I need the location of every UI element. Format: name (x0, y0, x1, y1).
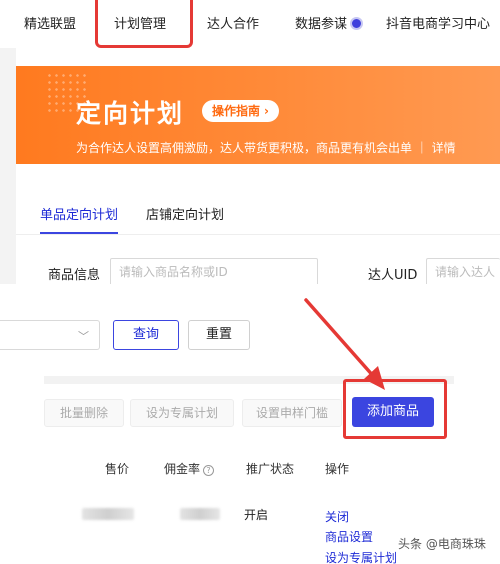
commission-redacted (180, 508, 220, 520)
top-nav: 精选联盟 计划管理 达人合作 数据参谋 抖音电商学习中心 (0, 0, 500, 48)
promotion-status-value: 开启 (244, 508, 269, 522)
new-dot-icon (350, 17, 364, 30)
highlight-box-plan-management (95, 0, 193, 48)
guide-button-label: 操作指南 (212, 104, 261, 118)
plan-card: 单品定向计划 店铺定向计划 商品信息 请输入商品名称或ID 达人UID 请输入达… (16, 164, 500, 286)
set-exclusive-plan-link[interactable]: 设为专属计划 (325, 549, 397, 564)
creator-uid-label: 达人UID (368, 268, 418, 283)
nav-item-data-advisor-label: 数据参谋 (295, 17, 348, 32)
price-redacted (82, 508, 134, 520)
column-header-commission: 佣金率? (164, 460, 215, 477)
reset-button[interactable]: 重置 (188, 320, 250, 350)
product-info-label: 商品信息 (48, 268, 101, 283)
tab-divider (16, 234, 500, 235)
column-header-commission-label: 佣金率 (164, 462, 201, 476)
banner-subtitle: 为合作达人设置高佣激励，达人带货更积极，商品更有机会出单 ｜ 详情 (76, 141, 456, 155)
nav-item-data-advisor[interactable]: 数据参谋 (295, 13, 364, 32)
page-backdrop (0, 48, 16, 284)
highlight-box-add-product (343, 379, 447, 439)
creator-uid-input[interactable]: 请输入达人 (426, 258, 500, 286)
close-plan-link[interactable]: 关闭 (325, 508, 349, 525)
plan-list-section: ﹀ 查询 重置 批量删除 设为专属计划 设置申样门槛 添加商品 售价 佣金率? … (0, 284, 500, 564)
chevron-right-icon: › (264, 104, 269, 118)
nav-item-learning-center[interactable]: 抖音电商学习中心 (386, 13, 490, 32)
watermark: 头条 @电商珠珠 (398, 537, 486, 551)
guide-button[interactable]: 操作指南 › (202, 100, 279, 122)
product-settings-link[interactable]: 商品设置 (325, 528, 373, 545)
product-search-input[interactable]: 请输入商品名称或ID (110, 258, 318, 286)
tab-store-plan[interactable]: 店铺定向计划 (146, 204, 224, 223)
help-icon[interactable]: ? (203, 465, 215, 476)
column-header-promotion-status: 推广状态 (246, 462, 295, 476)
chevron-down-icon: ﹀ (78, 330, 89, 343)
batch-delete-button[interactable]: 批量删除 (44, 399, 124, 427)
nav-item-selected-alliance[interactable]: 精选联盟 (24, 13, 76, 32)
column-header-price: 售价 (105, 462, 130, 476)
hero-banner: 定向计划 操作指南 › 为合作达人设置高佣激励，达人带货更积极，商品更有机会出单 … (16, 66, 500, 164)
banner-title: 定向计划 (76, 99, 185, 128)
nav-item-creator-cooperation[interactable]: 达人合作 (207, 13, 259, 32)
tab-single-product-plan[interactable]: 单品定向计划 (40, 204, 118, 223)
active-tab-indicator (40, 232, 118, 234)
status-select[interactable]: ﹀ (0, 320, 100, 350)
set-sample-threshold-button[interactable]: 设置申样门槛 (242, 399, 342, 427)
query-button[interactable]: 查询 (113, 320, 179, 350)
column-header-operations: 操作 (325, 462, 350, 476)
set-exclusive-plan-button[interactable]: 设为专属计划 (130, 399, 234, 427)
